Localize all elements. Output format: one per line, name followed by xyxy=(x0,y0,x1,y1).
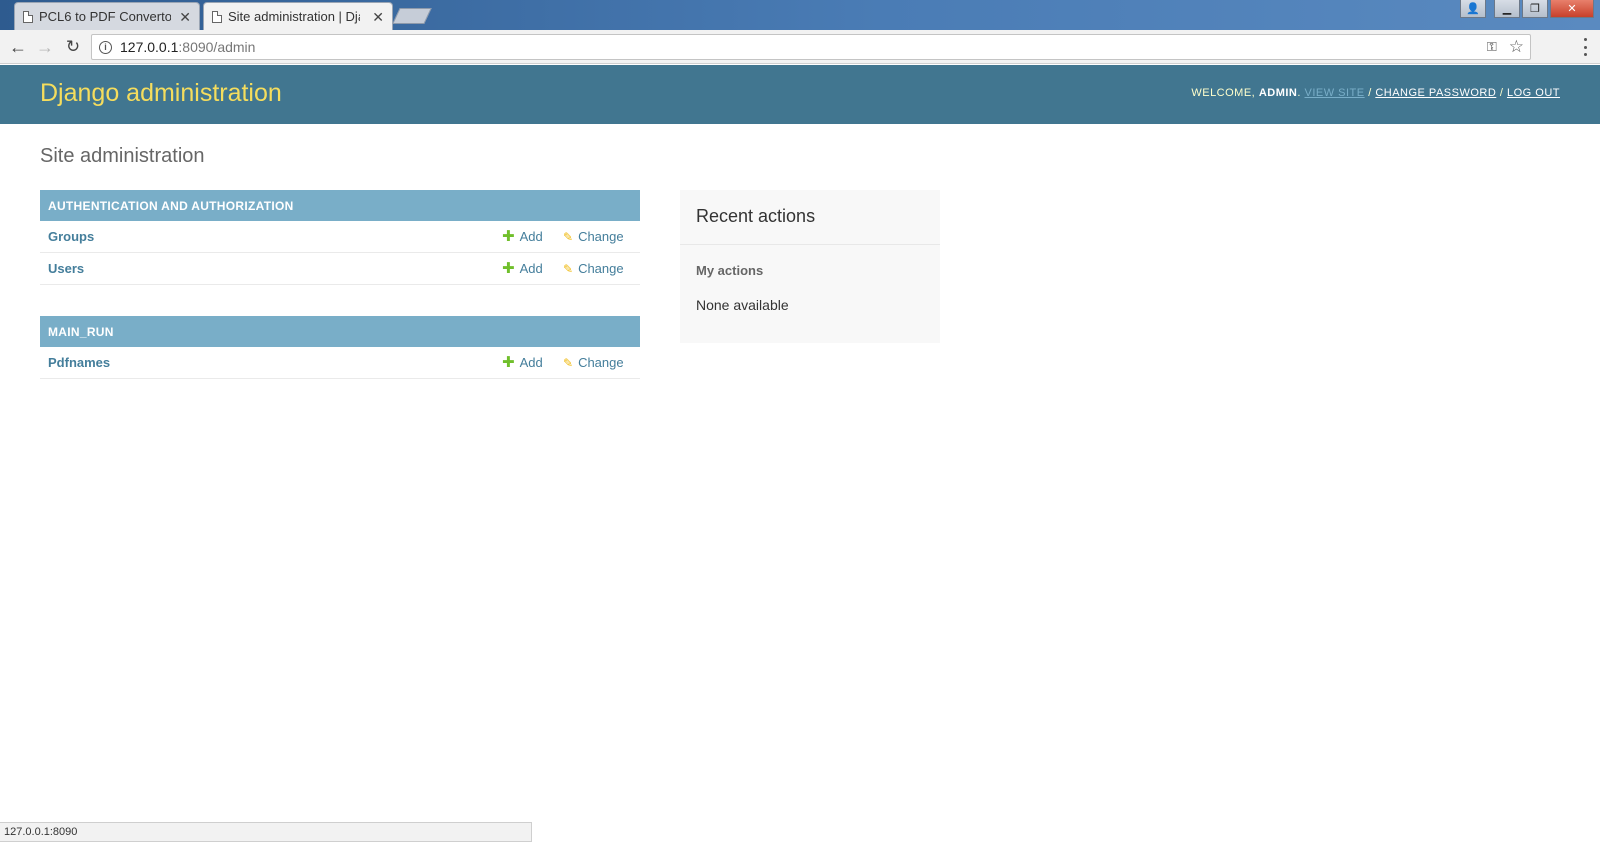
tab-title: Site administration | Django xyxy=(228,9,360,24)
browser-tabstrip: PCL6 to PDF Convertor ✕ Site administrat… xyxy=(0,0,1600,30)
my-actions-heading: My actions xyxy=(696,263,764,278)
browser-toolbar: ← → ↻ i 127.0.0.1:8090/admin ⚿ ☆ xyxy=(0,30,1600,64)
minimize-icon[interactable]: ▁ xyxy=(1494,0,1520,18)
key-icon[interactable]: ⚿ xyxy=(1487,39,1497,55)
recent-actions-panel: Recent actions My actions None available xyxy=(680,190,940,343)
add-groups-button[interactable]: ✚ Add xyxy=(502,229,543,244)
site-branding[interactable]: Django administration xyxy=(40,79,282,108)
model-link-users[interactable]: Users xyxy=(48,261,84,276)
doc-icon xyxy=(23,11,33,23)
change-password-link[interactable]: Change password xyxy=(1375,87,1496,99)
welcome-text: Welcome, xyxy=(1191,87,1256,99)
browser-tab-site-admin[interactable]: Site administration | Django ✕ xyxy=(203,2,393,30)
app-module-auth: Authentication and Authorization Groups … xyxy=(40,190,640,285)
add-pdfnames-button[interactable]: ✚ Add xyxy=(502,355,543,370)
pencil-icon: ✎ xyxy=(563,229,574,244)
app-caption[interactable]: Authentication and Authorization xyxy=(40,190,640,221)
change-pdfnames-button[interactable]: ✎ Change xyxy=(563,355,624,370)
table-row: Users ✚ Add ✎ Change xyxy=(40,253,640,285)
close-icon[interactable]: ✕ xyxy=(179,9,191,26)
window-controls: 👤 ▁ ❐ ✕ xyxy=(1460,0,1594,18)
maximize-icon[interactable]: ❐ xyxy=(1522,0,1548,18)
new-tab-button[interactable] xyxy=(392,8,432,24)
browser-tab-pcl6[interactable]: PCL6 to PDF Convertor ✕ xyxy=(14,2,200,30)
menu-icon[interactable] xyxy=(1584,38,1588,56)
add-users-button[interactable]: ✚ Add xyxy=(502,261,543,276)
plus-icon: ✚ xyxy=(502,260,515,277)
pencil-icon: ✎ xyxy=(563,355,574,370)
info-icon[interactable]: i xyxy=(99,40,112,54)
user-profile-icon[interactable]: 👤 xyxy=(1460,0,1486,18)
admin-header: Django administration Welcome, admin. Vi… xyxy=(0,65,1600,124)
reload-icon[interactable]: ↻ xyxy=(62,36,84,58)
address-bar[interactable]: i 127.0.0.1:8090/admin ⚿ ☆ xyxy=(91,34,1531,60)
star-icon[interactable]: ☆ xyxy=(1509,37,1524,57)
separator: / xyxy=(1499,87,1504,99)
user-tools: Welcome, admin. View site / Change passw… xyxy=(1191,87,1560,99)
pencil-icon: ✎ xyxy=(563,261,574,276)
app-module-main-run: MAIN_RUN Pdfnames ✚ Add ✎ Change xyxy=(40,316,640,379)
table-row: Groups ✚ Add ✎ Change xyxy=(40,221,640,253)
table-row: Pdfnames ✚ Add ✎ Change xyxy=(40,347,640,379)
address-url: 127.0.0.1:8090/admin xyxy=(120,39,256,55)
close-icon[interactable]: ✕ xyxy=(372,9,384,26)
page-title: Site administration xyxy=(40,145,205,167)
change-users-button[interactable]: ✎ Change xyxy=(563,261,624,276)
app-caption[interactable]: MAIN_RUN xyxy=(40,316,640,347)
log-out-link[interactable]: Log out xyxy=(1507,87,1560,99)
separator: / xyxy=(1368,87,1372,99)
tab-title: PCL6 to PDF Convertor xyxy=(39,9,171,24)
model-link-pdfnames[interactable]: Pdfnames xyxy=(48,355,110,370)
doc-icon xyxy=(212,11,222,23)
model-link-groups[interactable]: Groups xyxy=(48,229,94,244)
browser-status-bar: 127.0.0.1:8090 xyxy=(0,822,532,842)
window-close-icon[interactable]: ✕ xyxy=(1550,0,1594,18)
plus-icon: ✚ xyxy=(502,228,515,245)
none-available-text: None available xyxy=(696,297,789,313)
recent-actions-title: Recent actions xyxy=(680,190,940,245)
forward-icon[interactable]: → xyxy=(34,36,56,58)
plus-icon: ✚ xyxy=(502,354,515,371)
username: admin xyxy=(1258,87,1298,99)
back-icon[interactable]: ← xyxy=(7,36,29,58)
change-groups-button[interactable]: ✎ Change xyxy=(563,229,624,244)
view-site-link[interactable]: View site xyxy=(1305,87,1365,99)
